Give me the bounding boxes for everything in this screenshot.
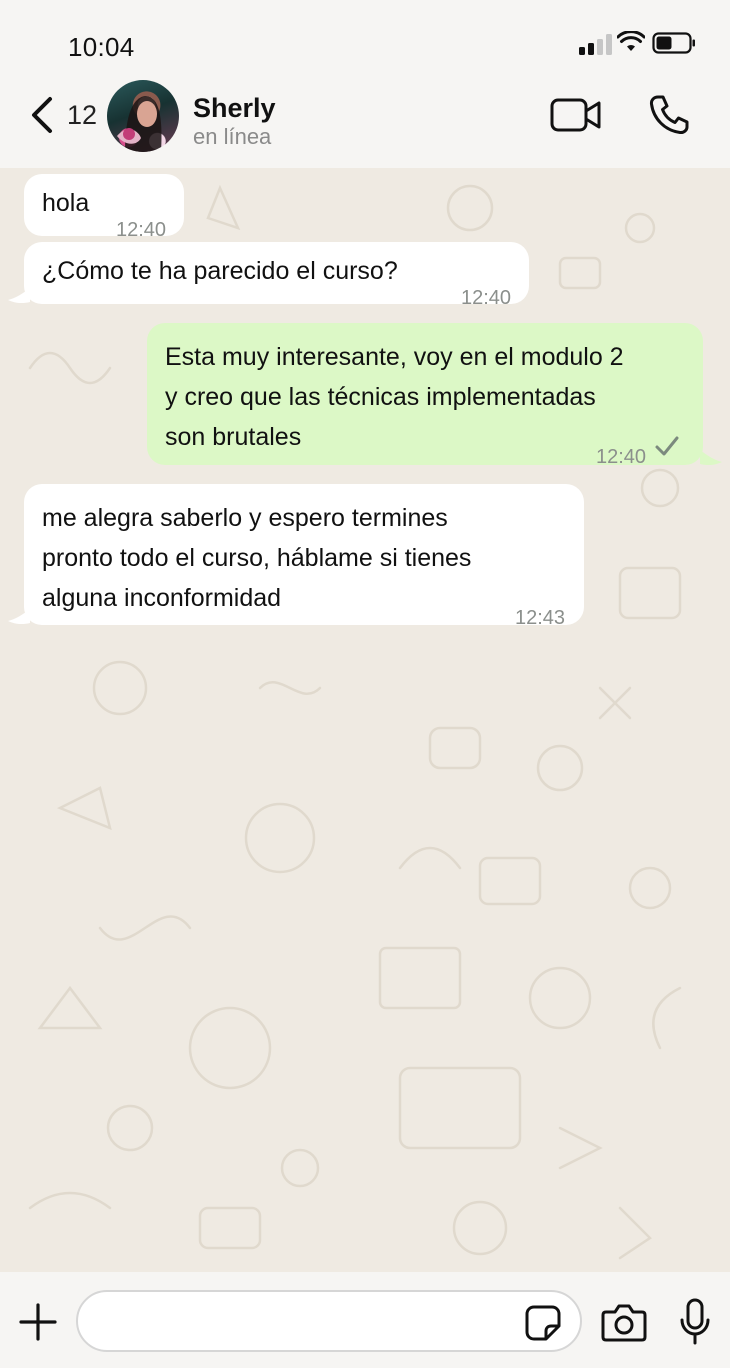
message-incoming[interactable]: ¿Cómo te ha parecido el curso? 12:40: [24, 242, 529, 309]
message-text-line: me alegra saberlo y espero termines: [42, 504, 448, 532]
bubble-tail: [700, 450, 722, 466]
bubble-tail: [8, 288, 30, 304]
message-text-line: y creo que las técnicas implementadas: [165, 383, 596, 411]
message-text-line: alguna inconformidad: [42, 584, 282, 612]
message-text: ¿Cómo te ha parecido el curso?: [42, 257, 398, 285]
microphone-icon[interactable]: [678, 1298, 712, 1346]
message-text-line: Esta muy interesante, voy en el modulo 2: [165, 343, 624, 371]
status-time: 10:04: [68, 32, 135, 62]
checkmark-icon: [655, 436, 679, 456]
message-input[interactable]: [76, 1290, 582, 1352]
status-bar: 10:04: [0, 0, 730, 80]
unread-count[interactable]: 12: [67, 100, 97, 131]
message-text-line: pronto todo el curso, háblame si tienes: [42, 544, 472, 572]
video-camera-icon[interactable]: [550, 96, 602, 134]
message-text-line: son brutales: [165, 423, 302, 451]
cellular-signal-icon: [579, 33, 613, 55]
battery-icon: [652, 32, 695, 54]
chevron-left-icon[interactable]: [26, 93, 62, 137]
avatar-photo: [117, 96, 162, 152]
chat-area[interactable]: hola 12:40 ¿Cómo te ha parecido el curso…: [0, 168, 730, 1272]
chat-header: 12 Sherly en línea: [0, 80, 730, 168]
bubble-tail: [8, 609, 30, 625]
message-incoming[interactable]: me alegra saberlo y espero termines pron…: [24, 484, 584, 629]
message-incoming[interactable]: hola 12:40: [24, 174, 184, 241]
message-time: 12:40: [461, 287, 512, 309]
phone-icon[interactable]: [648, 94, 690, 136]
message-time: 12:43: [515, 607, 566, 629]
message-outgoing[interactable]: Esta muy interesante, voy en el modulo 2…: [147, 323, 703, 468]
message-time: 12:40: [596, 446, 647, 468]
avatar[interactable]: [107, 80, 179, 152]
message-text: hola: [42, 189, 90, 217]
composer-bar: [0, 1272, 730, 1368]
camera-icon[interactable]: [601, 1302, 647, 1342]
wifi-icon: [617, 31, 645, 51]
plus-icon[interactable]: [18, 1302, 58, 1342]
sticker-icon[interactable]: [524, 1304, 562, 1342]
contact-name[interactable]: Sherly: [193, 93, 276, 124]
contact-status: en línea: [193, 124, 272, 149]
